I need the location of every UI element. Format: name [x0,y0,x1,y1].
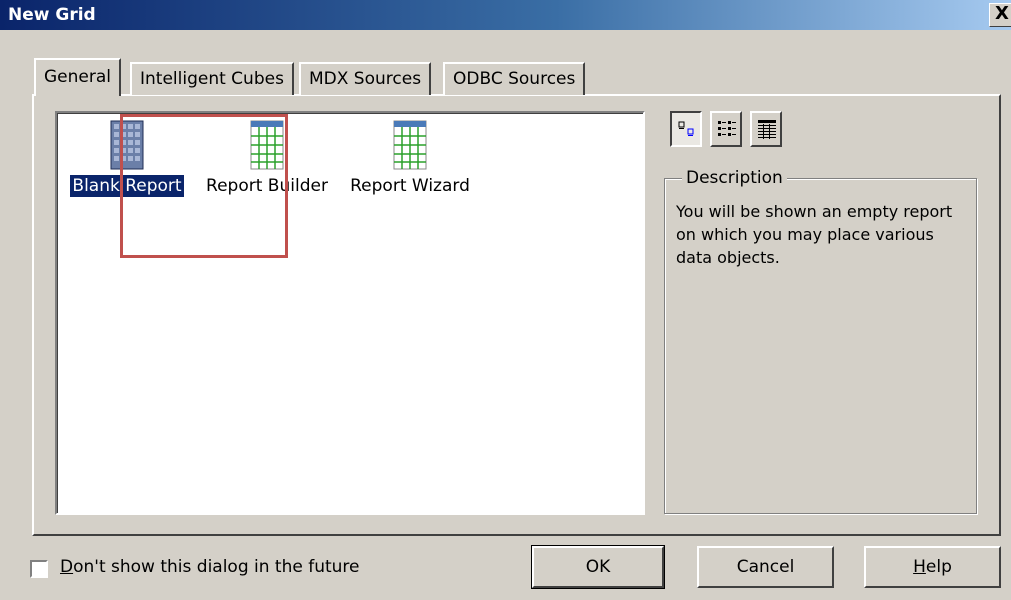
tab-label: MDX Sources [309,69,422,89]
list-view-button[interactable] [710,111,742,147]
help-button[interactable]: Help [864,546,1001,588]
details-view-icon [758,120,776,139]
accelerator-key: H [913,557,926,577]
dont-show-label[interactable]: Don't show this dialog in the future [60,557,360,577]
tab-label: Intelligent Cubes [140,69,284,89]
large-icons-view-icon [678,121,694,136]
item-label: Report Wizard [350,176,470,196]
close-icon: X [995,3,1009,24]
tab-mdx-sources[interactable]: MDX Sources [299,62,432,95]
details-view-button[interactable] [750,111,782,147]
large-icons-view-button[interactable] [670,111,702,147]
annotation-highlight-box [120,114,288,258]
tab-label: ODBC Sources [453,69,576,89]
accelerator-key: D [60,557,74,577]
description-legend: Description [682,168,787,188]
tab-intelligent-cubes[interactable]: Intelligent Cubes [130,62,294,95]
list-item-report-wizard[interactable]: Report Wizard [342,120,478,196]
tab-label: General [44,67,111,87]
grid-icon [393,120,427,170]
tab-odbc-sources[interactable]: ODBC Sources [443,62,586,95]
title-bar: New Grid X [0,0,1011,30]
window-title: New Grid [8,5,96,25]
cancel-label: Cancel [736,557,795,577]
help-label-text: elp [925,557,952,577]
close-button[interactable]: X [989,3,1011,27]
ok-button[interactable]: OK [531,545,665,589]
cancel-button[interactable]: Cancel [697,546,834,588]
tab-general[interactable]: General [34,58,121,96]
ok-label: OK [585,557,611,577]
dont-show-checkbox[interactable] [30,560,48,578]
checkbox-label-text: on't show this dialog in the future [73,557,360,577]
list-view-icon [718,121,736,136]
description-text: You will be shown an empty report on whi… [676,202,953,267]
